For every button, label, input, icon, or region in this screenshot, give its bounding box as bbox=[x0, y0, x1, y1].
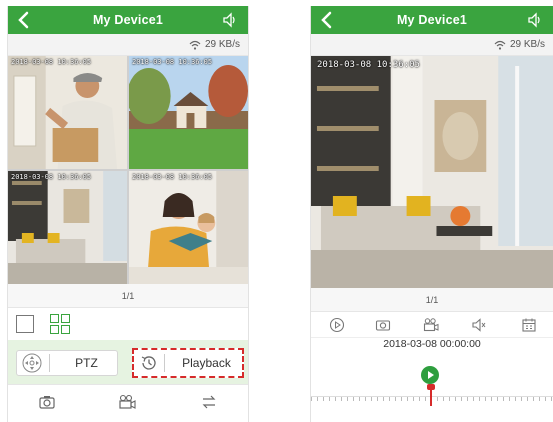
video-record-icon[interactable] bbox=[118, 393, 136, 411]
camera-tile-4[interactable]: 2018-03-08 10:36:05 bbox=[129, 171, 248, 284]
mother-child-reading-image bbox=[129, 171, 248, 284]
single-view-icon[interactable] bbox=[16, 315, 34, 333]
ptz-direction-icon bbox=[22, 353, 42, 373]
camera-view[interactable]: 2018-03-08 10:36:05 bbox=[311, 56, 553, 288]
camera-tile-1[interactable]: 2018-03-08 10:36:05 bbox=[8, 56, 127, 169]
camera-icon[interactable] bbox=[38, 393, 56, 411]
layout-selector bbox=[8, 308, 248, 340]
title-bar: My Device1 bbox=[8, 6, 248, 34]
playback-label: Playback bbox=[182, 356, 231, 370]
living-room-image bbox=[311, 56, 553, 288]
play-circle-icon[interactable] bbox=[329, 317, 345, 333]
ptz-button[interactable]: PTZ bbox=[16, 350, 118, 376]
ptz-label: PTZ bbox=[75, 356, 98, 370]
play-button[interactable] bbox=[421, 366, 439, 384]
page-title: My Device1 bbox=[92, 13, 164, 27]
timeline-cursor[interactable] bbox=[427, 384, 435, 406]
camera-grid: 2018-03-08 10:36:05 2018-03-08 10:36:05 bbox=[8, 56, 248, 284]
camera-tile-3[interactable]: 2018-03-08 10:36:05 bbox=[8, 171, 127, 284]
delivery-man-image bbox=[8, 56, 127, 169]
wifi-icon bbox=[189, 40, 201, 50]
page-indicator: 1/1 bbox=[8, 284, 248, 308]
page-indicator: 1/1 bbox=[311, 288, 553, 312]
network-rate: 29 KB/s bbox=[509, 39, 545, 50]
playback-controls bbox=[311, 312, 553, 338]
wifi-icon bbox=[494, 40, 506, 50]
video-record-icon[interactable] bbox=[423, 317, 439, 333]
camera-tile-2[interactable]: 2018-03-08 10:36:05 bbox=[129, 56, 248, 169]
title-bar: My Device1 bbox=[311, 6, 553, 34]
tile-timestamp: 2018-03-08 10:36:05 bbox=[11, 58, 92, 66]
tile-timestamp: 2018-03-08 10:36:05 bbox=[11, 173, 92, 181]
timeline-ruler[interactable] bbox=[311, 396, 553, 406]
living-room-image bbox=[8, 171, 127, 284]
quad-view-icon[interactable] bbox=[50, 314, 70, 334]
network-status-row: 29 KB/s bbox=[311, 34, 553, 56]
page-title: My Device1 bbox=[396, 13, 468, 27]
calendar-icon[interactable] bbox=[521, 317, 537, 333]
speaker-mute-icon[interactable] bbox=[471, 317, 487, 333]
tile-timestamp: 2018-03-08 10:36:05 bbox=[132, 58, 213, 66]
bottom-toolbar bbox=[8, 384, 248, 420]
live-view-grid-screen: My Device1 29 KB/s 2018-03-08 10:36:05 2… bbox=[7, 6, 249, 422]
playback-button[interactable]: Playback bbox=[132, 348, 244, 378]
playback-clock-icon bbox=[141, 356, 156, 370]
playback-timeline[interactable] bbox=[311, 356, 553, 406]
playback-date: 2018-03-08 00:00:00 bbox=[383, 338, 481, 350]
backyard-image bbox=[129, 56, 248, 169]
camera-icon[interactable] bbox=[375, 317, 391, 333]
tile-timestamp: 2018-03-08 10:36:05 bbox=[132, 173, 213, 181]
speaker-icon[interactable] bbox=[222, 12, 238, 28]
camera-timestamp: 2018-03-08 10:36:05 bbox=[317, 60, 420, 70]
network-rate: 29 KB/s bbox=[204, 39, 240, 50]
speaker-icon[interactable] bbox=[527, 12, 543, 28]
action-row: PTZ Playback bbox=[8, 340, 248, 384]
single-camera-playback-screen: My Device1 29 KB/s 2018-03-08 10:36:05 1… bbox=[310, 6, 553, 422]
network-status-row: 29 KB/s bbox=[8, 34, 248, 56]
switch-arrows-icon[interactable] bbox=[200, 393, 218, 411]
